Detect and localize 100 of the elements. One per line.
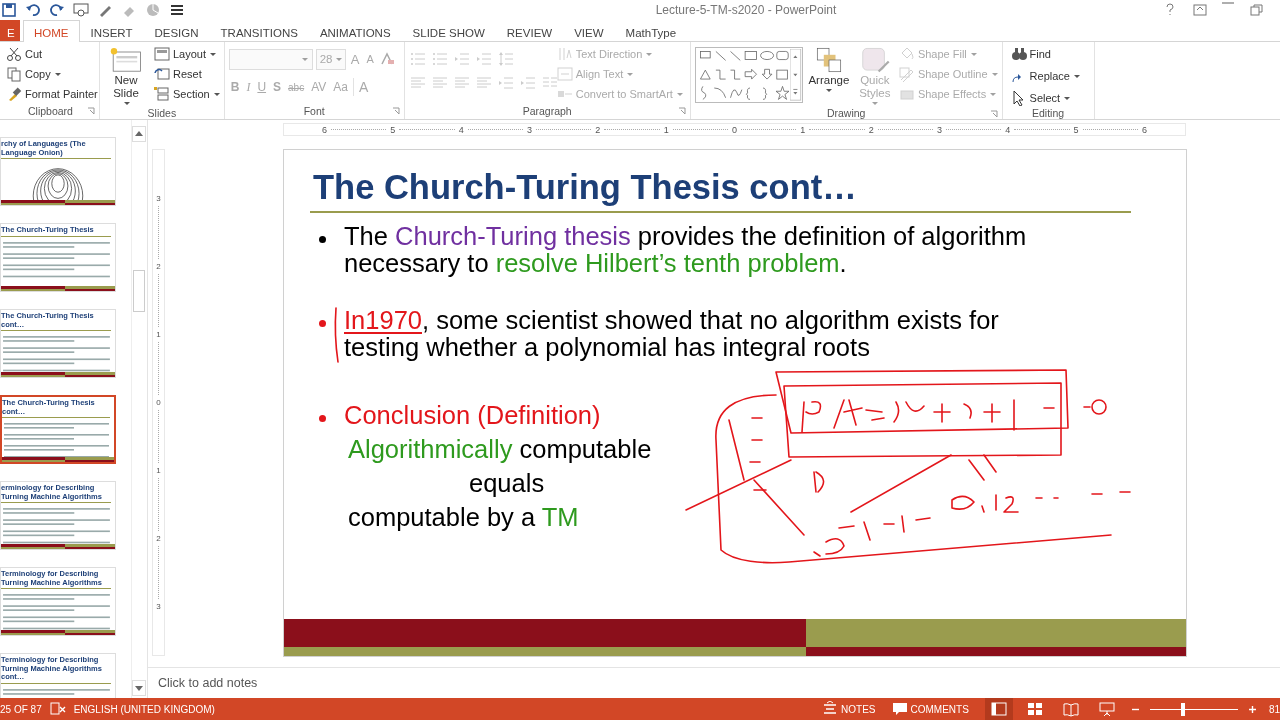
align-right-icon (453, 75, 470, 91)
ruler-number: 4 (1005, 124, 1011, 135)
restore-icon (1248, 2, 1264, 18)
ribbon-display-button[interactable] (1192, 2, 1208, 18)
caret-icon (334, 56, 342, 62)
slide-title: The Church-Turing Thesis cont… (312, 167, 858, 207)
ruler-number: 3 (156, 602, 161, 611)
plus-icon (1247, 704, 1257, 714)
scroll-up-button[interactable] (132, 126, 146, 142)
dialog-launcher-icon (391, 107, 400, 115)
reset-icon (154, 66, 170, 82)
spell-check-icon (49, 701, 66, 717)
caret-icon (1072, 73, 1080, 79)
slide-text: computable by a TM (347, 502, 580, 533)
ruler-number: 2 (595, 124, 601, 135)
binoculars-icon (1010, 46, 1027, 62)
align-center-icon (431, 75, 448, 91)
caret-icon (645, 51, 653, 57)
numbering-icon (431, 51, 448, 67)
redo-icon (49, 2, 65, 18)
ruler-number: 3 (936, 124, 942, 135)
scissors-icon (6, 46, 22, 62)
window-title: Lecture-5-TM-s2020 - PowerPoint (654, 3, 838, 17)
ruler-number: 1 (663, 124, 669, 135)
slide-icon (110, 47, 142, 73)
slider-thumb[interactable] (1181, 702, 1186, 716)
notes-field[interactable]: Click to add notes (148, 672, 268, 694)
redo-button[interactable] (48, 1, 66, 19)
pencil-icon (898, 66, 915, 82)
copy-icon (6, 66, 22, 82)
ruler-number: 0 (731, 124, 737, 135)
notes-button[interactable]: NOTES (822, 701, 876, 717)
group-label: Paragraph (522, 105, 572, 117)
save-icon (1, 2, 17, 18)
language-label[interactable]: ENGLISH (UNITED KINGDOM) (73, 703, 215, 715)
screen-button[interactable] (72, 1, 90, 19)
ruler-number: 1 (156, 466, 161, 475)
ribbon-button[interactable]: Replace (1010, 67, 1080, 85)
ribbon-tab[interactable]: HOME (23, 20, 80, 42)
dialog-launcher-icon (989, 110, 998, 118)
ribbon-button[interactable]: Reset (154, 65, 220, 83)
ribbon-button[interactable]: Format Painter (6, 85, 98, 103)
ribbon-tab[interactable]: VIEW (563, 20, 615, 41)
ribbon-display-icon (1192, 2, 1208, 18)
text-direction-rtl-icon (519, 75, 536, 91)
group-label: Clipboard (28, 105, 73, 117)
gallery-scroll-icon (790, 49, 802, 101)
notes-icon (822, 701, 839, 717)
ribbon-tab[interactable]: MathType (614, 20, 688, 41)
ribbon-tab[interactable]: SLIDE SHOW (401, 20, 496, 41)
caret-icon (300, 56, 308, 62)
group-label: Font (303, 105, 325, 117)
scroll-down-button[interactable] (132, 680, 146, 696)
zoom-level[interactable]: 81 (1268, 703, 1280, 715)
reading-view-icon (1062, 701, 1079, 717)
comment-icon (891, 701, 908, 717)
caret-icon (209, 51, 217, 57)
scroll-thumb[interactable] (133, 270, 145, 312)
screen-icon (73, 2, 89, 18)
line-spacing-icon (497, 51, 514, 67)
justify-icon (475, 75, 492, 91)
dialog-launcher-icon (677, 107, 686, 115)
ruler-number: 6 (322, 124, 327, 135)
line-weight-icon (169, 2, 185, 18)
ribbon-tab[interactable]: INSERT (79, 20, 144, 41)
new-slide-button[interactable]: New Slide (104, 45, 148, 106)
restore-button[interactable] (1248, 2, 1264, 18)
pie-button[interactable] (144, 1, 162, 19)
ribbon-button[interactable]: Select (1010, 89, 1080, 107)
bullet-text: In1970, some scientist showed that no algorithm exists for testing whether a polynomial has integral roots (344, 307, 1000, 361)
comments-button[interactable]: COMMENTS (891, 701, 969, 717)
ribbon-button[interactable]: Copy (6, 65, 98, 83)
ribbon-button[interactable]: Cut (6, 45, 98, 63)
ruler-number: 2 (156, 262, 161, 271)
ribbon-tab[interactable]: REVIEW (495, 20, 564, 41)
arrange-button[interactable]: Arrange (806, 45, 851, 106)
clear-formatting-button[interactable] (378, 51, 395, 67)
slide-text: equals (468, 468, 546, 499)
ribbon-tab[interactable]: ANIMATIONS (308, 20, 402, 41)
ribbon-tab[interactable]: TRANSITIONS (209, 20, 309, 41)
shape-gallery[interactable] (694, 47, 803, 103)
undo-button[interactable] (24, 1, 42, 19)
caret-icon (825, 88, 833, 93)
pie-icon (145, 2, 161, 18)
bullet-text: Conclusion (Definition) (344, 402, 602, 429)
save-button[interactable] (0, 1, 18, 19)
ruler-number: 5 (1073, 124, 1079, 135)
ribbon-button[interactable]: Layout (154, 45, 220, 63)
scrollbar[interactable] (131, 120, 146, 698)
spell-check-button[interactable] (49, 701, 66, 717)
file-tab[interactable]: E (0, 20, 20, 41)
increase-indent-icon (475, 51, 492, 67)
undo-icon (25, 2, 41, 18)
caret-icon (212, 91, 220, 97)
ribbon-button[interactable]: Find (1010, 45, 1080, 63)
normal-view-button[interactable] (984, 698, 1013, 720)
caret-icon (675, 91, 683, 97)
align-text-icon (556, 66, 573, 82)
ribbon-tab[interactable]: DESIGN (143, 20, 210, 41)
ribbon-button[interactable]: Section (154, 85, 220, 103)
